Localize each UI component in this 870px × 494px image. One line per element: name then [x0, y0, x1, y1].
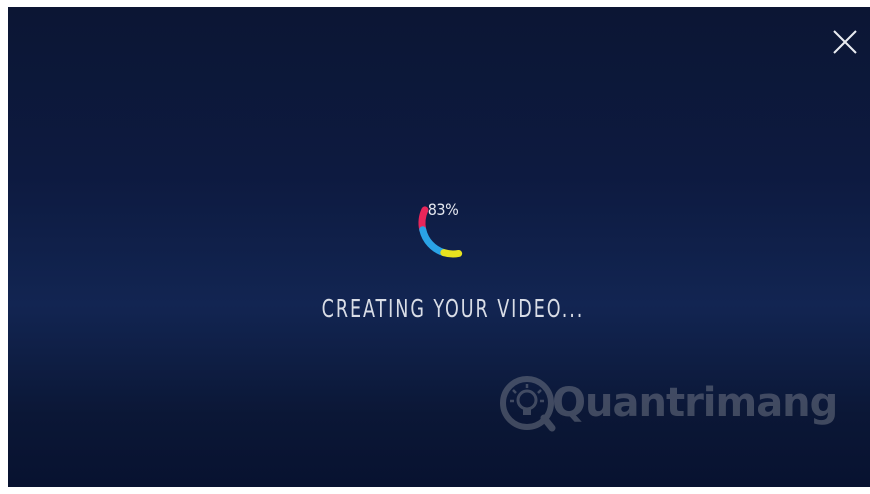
- close-button[interactable]: [832, 29, 858, 55]
- video-creation-dialog: 83% CREATING YOUR VIDEO... Quantrimang: [8, 7, 870, 487]
- progress-spinner: [415, 185, 491, 261]
- lightbulb-icon: [500, 376, 556, 432]
- progress-arc-blue: [419, 226, 448, 257]
- progress-arc-yellow: [440, 249, 463, 258]
- watermark-text: Quantrimang: [552, 380, 838, 426]
- close-icon: [833, 30, 857, 54]
- progress-percent-label: 83%: [427, 200, 459, 219]
- status-message: CREATING YOUR VIDEO...: [321, 294, 585, 323]
- watermark: Quantrimang: [498, 372, 838, 434]
